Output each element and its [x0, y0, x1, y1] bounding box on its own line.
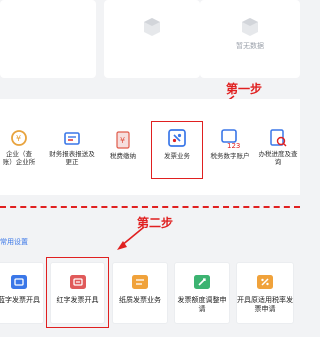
digital-account-icon: 123: [221, 129, 240, 149]
report-icon: [64, 132, 80, 145]
service-label: 企业（查账）企业所: [2, 150, 36, 166]
service-progress-query[interactable]: 办税进度及查询: [258, 129, 298, 166]
service-digital-account[interactable]: 123 税务数字账户: [206, 127, 254, 160]
paper-invoice-icon: [132, 275, 148, 289]
tile-label: 纸质发票业务: [119, 296, 161, 304]
tile-label: 发票额度调整申请: [177, 296, 227, 313]
tile-paper-invoice[interactable]: 纸质发票业务: [112, 262, 168, 324]
progress-query-icon: [270, 129, 287, 147]
service-label: 财务报表报送及更正: [49, 150, 95, 166]
enterprise-icon: ¥: [11, 130, 27, 146]
svg-text:¥: ¥: [16, 134, 21, 143]
service-label: 税务数字账户: [210, 152, 250, 160]
section-divider: [0, 206, 300, 208]
tile-label: 蓝字发票开具: [0, 296, 40, 304]
services-panel: ¥ 企业（查账）企业所 财务报表报送及更正 ¥ 税费缴纳 发票业务 123 税务…: [0, 99, 300, 195]
empty-box-icon: [144, 18, 160, 36]
empty-state: 暂无数据: [220, 16, 280, 51]
section-title: 常用设置: [0, 238, 28, 246]
step2-arrow: [117, 226, 145, 250]
service-label: 办税进度及查询: [258, 150, 298, 166]
empty-state: [122, 16, 182, 41]
empty-box-icon: [242, 18, 258, 36]
empty-card-middle: [104, 0, 200, 78]
empty-state-label: 暂无数据: [236, 42, 264, 50]
quota-adjust-icon: [194, 275, 210, 289]
empty-card-left: [0, 0, 96, 78]
tile-label: 开具原适用税率发票申请: [237, 296, 293, 313]
svg-text:¥: ¥: [120, 136, 125, 145]
tax-payment-icon: ¥: [116, 131, 130, 149]
service-financial-report[interactable]: 财务报表报送及更正: [48, 131, 96, 166]
tile-quota-adjust[interactable]: 发票额度调整申请: [174, 262, 230, 324]
empty-card-right: 暂无数据: [200, 0, 300, 78]
original-tax-rate-icon: [257, 275, 273, 289]
service-enterprise[interactable]: ¥ 企业（查账）企业所: [2, 129, 36, 166]
service-tax-payment[interactable]: ¥ 税费缴纳: [103, 131, 143, 160]
red-invoice-highlight: [46, 257, 109, 328]
tile-blue-invoice[interactable]: 蓝字发票开具: [0, 262, 44, 324]
invoice-business-highlight: [151, 121, 203, 179]
tile-original-tax-rate[interactable]: 开具原适用税率发票申请: [236, 262, 294, 324]
service-label: 税费缴纳: [110, 152, 136, 160]
blue-invoice-icon: [11, 275, 27, 289]
svg-text:123: 123: [227, 142, 240, 149]
